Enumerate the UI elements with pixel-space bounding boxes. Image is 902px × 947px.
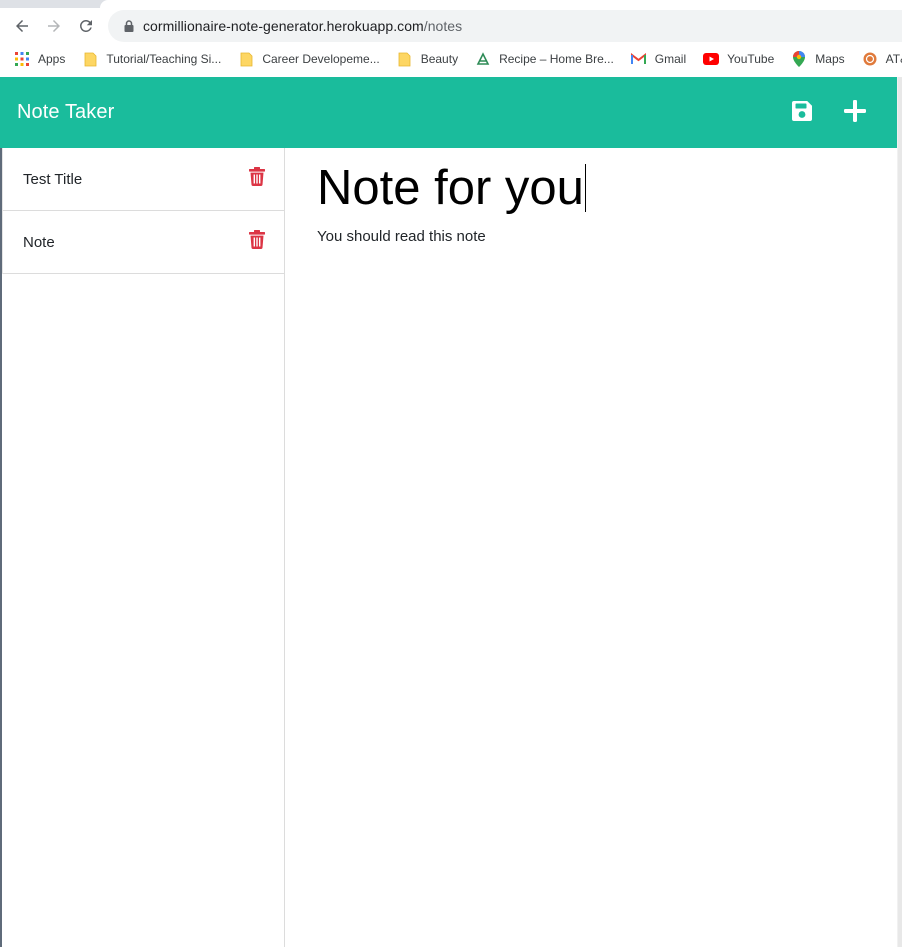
bookmark-label: AT&T - bbox=[885, 52, 902, 66]
list-item[interactable]: Note bbox=[3, 211, 284, 274]
bookmark-apps[interactable]: Apps bbox=[14, 51, 65, 67]
bookmark-label: Career Developeme... bbox=[262, 52, 380, 66]
note-title-label: Note bbox=[23, 234, 55, 251]
bookmark-label: Tutorial/Teaching Si... bbox=[106, 52, 222, 66]
bookmark-label: Recipe – Home Bre... bbox=[499, 52, 614, 66]
note-text-area[interactable]: You should read this note bbox=[317, 228, 877, 908]
bookmark-recipe[interactable]: Recipe – Home Bre... bbox=[475, 51, 614, 67]
reload-button[interactable] bbox=[74, 14, 98, 38]
delete-note-trash-icon[interactable] bbox=[249, 230, 265, 249]
address-bar[interactable]: cormillionaire-note-generator.herokuapp.… bbox=[108, 10, 902, 42]
bookmark-gmail[interactable]: Gmail bbox=[631, 51, 686, 67]
note-title-text: Note for you bbox=[317, 161, 584, 215]
recipe-site-icon bbox=[475, 51, 491, 67]
forward-button[interactable] bbox=[42, 14, 66, 38]
bookmark-folder-beauty[interactable]: Beauty bbox=[397, 51, 458, 67]
text-caret bbox=[584, 164, 586, 212]
folder-icon bbox=[82, 51, 98, 67]
url-text: cormillionaire-note-generator.herokuapp.… bbox=[143, 18, 462, 34]
tab-strip bbox=[0, 0, 902, 8]
note-editor: Note for you You should read this note bbox=[286, 148, 897, 947]
reload-icon bbox=[79, 19, 92, 32]
folder-icon bbox=[397, 51, 413, 67]
note-title-label: Test Title bbox=[23, 171, 83, 188]
gmail-icon bbox=[631, 51, 647, 67]
bookmark-maps[interactable]: Maps bbox=[791, 51, 845, 67]
forward-arrow-icon bbox=[48, 20, 60, 32]
app-title[interactable]: Note Taker bbox=[17, 101, 114, 124]
bookmark-folder-career[interactable]: Career Developeme... bbox=[238, 51, 380, 67]
bookmark-label: YouTube bbox=[727, 52, 775, 66]
bookmark-label: Gmail bbox=[654, 52, 687, 66]
bookmark-att[interactable]: AT&T - bbox=[862, 51, 902, 67]
bookmark-label: Apps bbox=[38, 52, 66, 66]
save-note-button[interactable] bbox=[788, 97, 816, 125]
save-icon bbox=[792, 101, 812, 121]
lock-icon bbox=[124, 20, 134, 32]
bookmark-label: Maps bbox=[815, 52, 845, 66]
url-host: cormillionaire-note-generator.herokuapp.… bbox=[143, 18, 424, 34]
active-tab[interactable] bbox=[100, 0, 902, 8]
list-item[interactable]: Test Title bbox=[3, 148, 284, 211]
page-scrollbar[interactable] bbox=[897, 77, 902, 947]
maps-icon bbox=[791, 51, 807, 67]
back-button[interactable] bbox=[10, 14, 34, 38]
folder-icon bbox=[238, 51, 254, 67]
bookmark-folder-tutorial[interactable]: Tutorial/Teaching Si... bbox=[82, 51, 221, 67]
bookmark-youtube[interactable]: YouTube bbox=[703, 51, 774, 67]
bookmark-label: Beauty bbox=[420, 52, 459, 66]
apps-grid-icon bbox=[14, 51, 30, 67]
scrollbar-thumb[interactable] bbox=[898, 77, 902, 947]
browser-toolbar: cormillionaire-note-generator.herokuapp.… bbox=[0, 8, 902, 44]
new-note-button[interactable] bbox=[841, 97, 869, 125]
delete-note-trash-icon[interactable] bbox=[249, 167, 265, 186]
note-title-input[interactable]: Note for you bbox=[317, 158, 877, 218]
youtube-icon bbox=[703, 51, 720, 67]
bookmarks-bar: Apps Tutorial/Teaching Si... Career Deve… bbox=[0, 44, 902, 74]
plus-icon bbox=[844, 100, 866, 122]
back-arrow-icon bbox=[16, 20, 28, 32]
app-navbar: Note Taker bbox=[0, 77, 897, 148]
att-icon bbox=[862, 51, 878, 67]
note-list: Test Title Note bbox=[2, 148, 284, 274]
url-path: /notes bbox=[423, 18, 463, 34]
notes-sidebar: Test Title Note bbox=[2, 148, 285, 947]
